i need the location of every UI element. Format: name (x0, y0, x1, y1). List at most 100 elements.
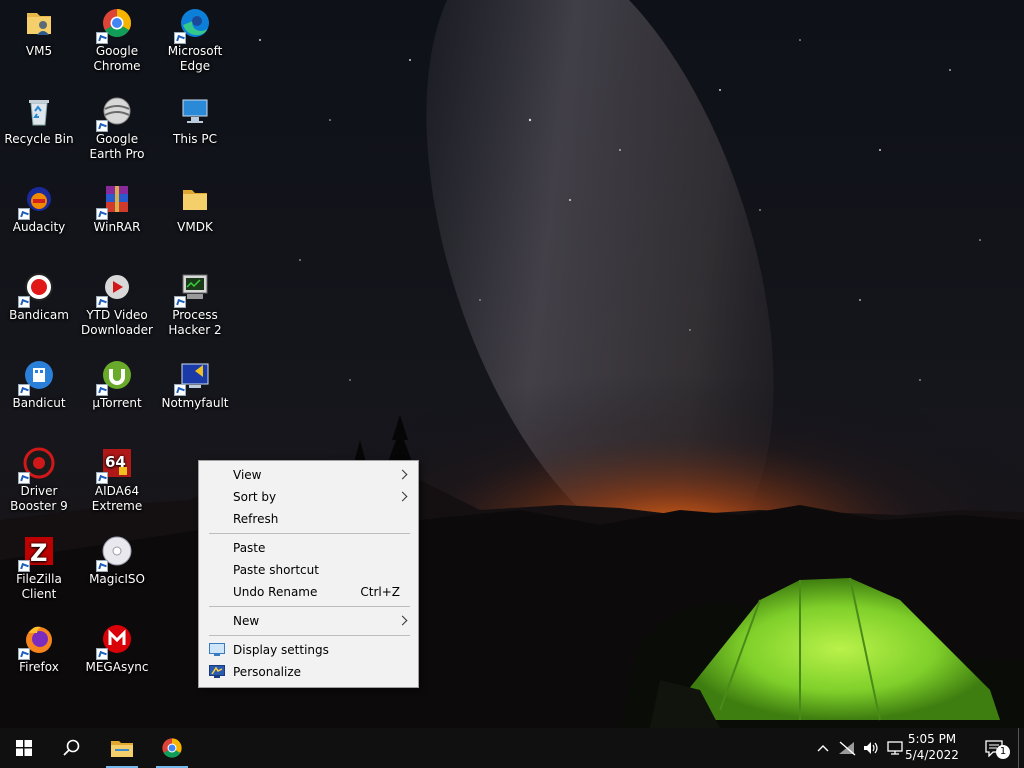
desktop-icon-vm5[interactable]: VM5 (1, 0, 77, 59)
windows-logo-icon (16, 740, 32, 756)
icon-label: Bandicam (9, 308, 69, 322)
desktop-icon-bandicut[interactable]: Bandicut (1, 352, 77, 411)
desktop-icon-firefox[interactable]: Firefox (1, 616, 77, 675)
shortcut-arrow-icon (174, 384, 186, 396)
desktop-icon-winrar[interactable]: WinRAR (79, 176, 155, 235)
clock[interactable]: 5:05 PM 5/4/2022 (900, 731, 964, 763)
audacity-icon (18, 182, 56, 220)
recycle-bin-icon (22, 94, 56, 128)
icon-label: WinRAR (93, 220, 141, 234)
shortcut-arrow-icon (96, 208, 108, 220)
clock-date: 5/4/2022 (905, 748, 959, 762)
icon-label: YTD Video Downloader (81, 308, 153, 337)
desktop-icon-vmdk[interactable]: VMDK (157, 176, 233, 235)
network-off-icon (839, 741, 856, 756)
chevron-right-icon (397, 469, 408, 480)
icon-label: MagicISO (89, 572, 145, 586)
desktop-icon-aida64-extreme[interactable]: 64 AIDA64 Extreme (79, 440, 155, 514)
menu-item-label: New (233, 614, 260, 628)
show-desktop-button[interactable] (1018, 728, 1024, 768)
icon-label: Google Earth Pro (89, 132, 145, 161)
magiciso-icon (96, 534, 134, 572)
icon-label: Microsoft Edge (167, 44, 223, 73)
menu-item-undo-rename[interactable]: Undo Rename Ctrl+Z (199, 581, 418, 603)
search-icon (63, 739, 80, 756)
shortcut-arrow-icon (96, 120, 108, 132)
desktop-icon-bandicam[interactable]: Bandicam (1, 264, 77, 323)
icon-label: Audacity (12, 220, 66, 234)
filezilla-icon: Z (18, 534, 56, 572)
shortcut-arrow-icon (96, 384, 108, 396)
shortcut-arrow-icon (174, 32, 186, 44)
folder-icon (178, 182, 212, 216)
shortcut-arrow-icon (96, 648, 108, 660)
menu-separator (209, 533, 410, 534)
display-settings-icon (209, 643, 225, 656)
desktop-icon-recycle-bin[interactable]: Recycle Bin (1, 88, 77, 147)
desktop-icon-audacity[interactable]: Audacity (1, 176, 77, 235)
notmyfault-icon (174, 358, 212, 396)
taskbar-google-chrome[interactable] (152, 728, 192, 768)
desktop-icon-ytd-video-downloader[interactable]: YTD Video Downloader (79, 264, 155, 338)
menu-item-paste-shortcut[interactable]: Paste shortcut (199, 559, 418, 581)
volume-button[interactable] (860, 728, 882, 768)
desktop-icon-google-chrome[interactable]: Google Chrome (79, 0, 155, 74)
shortcut-arrow-icon (18, 560, 30, 572)
desktop-context-menu: View Sort by Refresh Paste Paste shortcu… (198, 460, 419, 688)
menu-item-personalize[interactable]: Personalize (199, 661, 418, 683)
google-earth-icon (96, 94, 134, 132)
desktop-icon-notmyfault[interactable]: Notmyfault (157, 352, 233, 411)
desktop-icon-driver-booster[interactable]: Driver Booster 9 (1, 440, 77, 514)
icon-label: MEGAsync (85, 660, 149, 674)
chevron-right-icon (397, 615, 408, 626)
utorrent-icon (96, 358, 134, 396)
process-hacker-icon (174, 270, 212, 308)
icon-label: This PC (173, 132, 217, 146)
desktop-icon-google-earth-pro[interactable]: Google Earth Pro (79, 88, 155, 162)
start-button[interactable] (0, 728, 48, 768)
icon-label: Process Hacker 2 (168, 308, 222, 337)
network-status-button[interactable] (836, 728, 858, 768)
shortcut-arrow-icon (18, 472, 30, 484)
menu-item-label: Refresh (233, 512, 279, 526)
shortcut-arrow-icon (18, 648, 30, 660)
icon-label: FileZilla Client (16, 572, 62, 601)
user-folder-icon (22, 6, 56, 40)
desktop-icon-process-hacker[interactable]: Process Hacker 2 (157, 264, 233, 338)
shortcut-arrow-icon (174, 296, 186, 308)
menu-item-view[interactable]: View (199, 464, 418, 486)
icon-label: Recycle Bin (4, 132, 74, 146)
notification-badge: 1 (996, 745, 1010, 759)
taskbar-file-explorer[interactable] (102, 728, 142, 768)
menu-item-label: Undo Rename (233, 585, 318, 599)
chrome-icon (96, 6, 134, 44)
menu-item-sort-by[interactable]: Sort by (199, 486, 418, 508)
menu-item-label: Personalize (233, 665, 302, 679)
desktop-icon-magiciso[interactable]: MagicISO (79, 528, 155, 587)
ytd-icon (96, 270, 134, 308)
winrar-icon (96, 182, 134, 220)
menu-separator (209, 606, 410, 607)
search-button[interactable] (48, 728, 96, 768)
action-center-button[interactable]: 1 (976, 728, 1012, 768)
clock-time: 5:05 PM (907, 732, 957, 746)
shortcut-arrow-icon (18, 384, 30, 396)
desktop-icon-this-pc[interactable]: This PC (157, 88, 233, 147)
desktop-icon-microsoft-edge[interactable]: Microsoft Edge (157, 0, 233, 74)
desktop-icon-utorrent[interactable]: µTorrent (79, 352, 155, 411)
show-hidden-icons-button[interactable] (812, 728, 834, 768)
shortcut-arrow-icon (18, 296, 30, 308)
menu-item-label: Display settings (233, 643, 329, 657)
bandicut-icon (18, 358, 56, 396)
menu-item-refresh[interactable]: Refresh (199, 508, 418, 530)
desktop-icon-filezilla[interactable]: Z FileZilla Client (1, 528, 77, 602)
chevron-up-icon (817, 745, 829, 752)
menu-item-paste[interactable]: Paste (199, 537, 418, 559)
firefox-icon (18, 622, 56, 660)
menu-item-new[interactable]: New (199, 610, 418, 632)
taskbar: 5:05 PM 5/4/2022 1 (0, 728, 1024, 768)
menu-item-display-settings[interactable]: Display settings (199, 639, 418, 661)
aida64-icon: 64 (96, 446, 134, 484)
icon-label: AIDA64 Extreme (91, 484, 143, 513)
desktop-icon-megasync[interactable]: MEGAsync (79, 616, 155, 675)
